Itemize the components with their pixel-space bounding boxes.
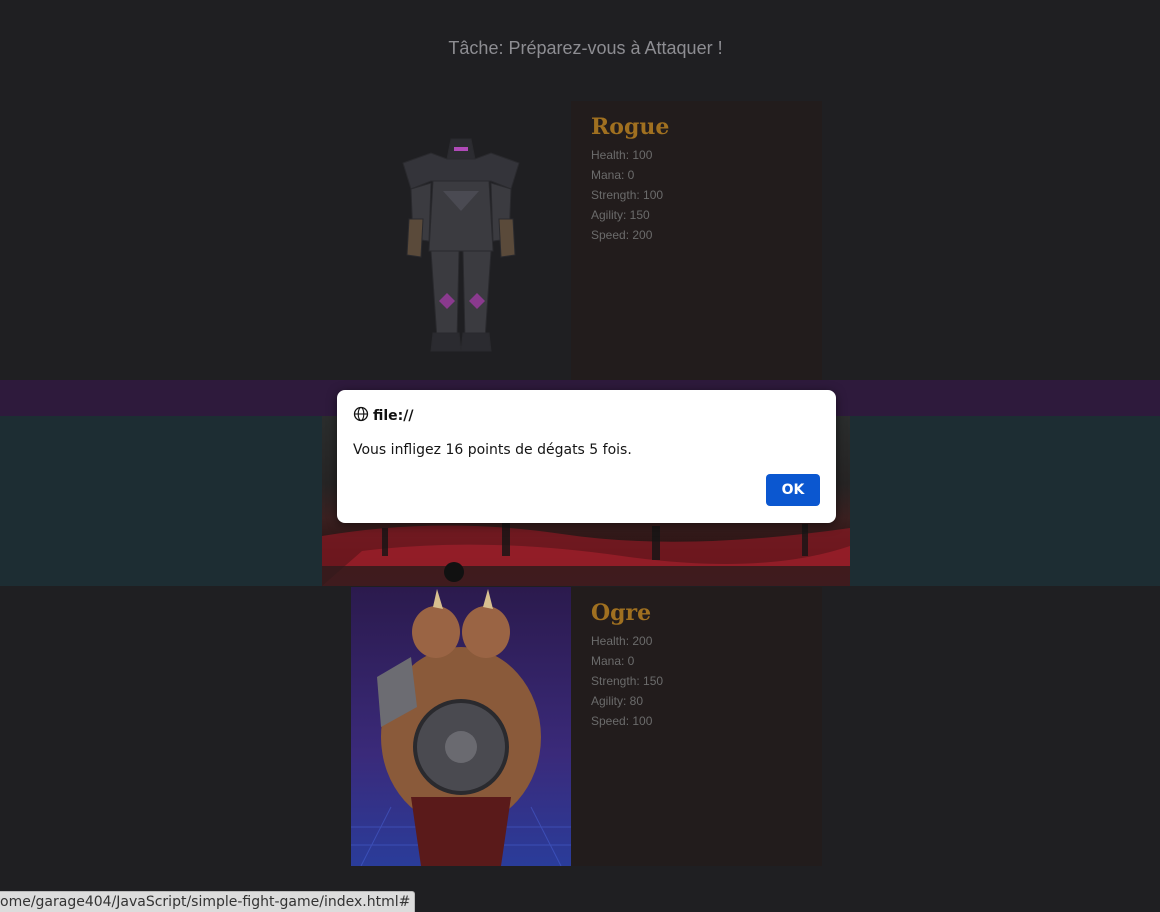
rogue-mana: Mana: 0 — [591, 168, 635, 182]
rogue-portrait — [351, 101, 571, 380]
dialog-header: file:// — [353, 406, 414, 426]
globe-icon — [353, 406, 369, 426]
rogue-agility: Agility: 150 — [591, 208, 650, 222]
dialog-origin: file:// — [373, 408, 414, 424]
ogre-portrait — [351, 587, 571, 866]
ogre-name: Ogre — [591, 600, 652, 626]
ogre-strength: Strength: 150 — [591, 674, 664, 688]
ogre-figure-image — [351, 587, 571, 866]
rogue-speed: Speed: 200 — [591, 228, 653, 242]
ogre-speed: Speed: 100 — [591, 714, 653, 728]
ogre-agility: Agility: 80 — [591, 694, 644, 708]
alert-dialog: file:// Vous infligez 16 points de dégat… — [337, 390, 836, 523]
rogue-strength: Strength: 100 — [591, 188, 664, 202]
rogue-stats-panel: Rogue Health: 100 Mana: 0 Strength: 100 … — [571, 101, 822, 380]
ogre-mana: Mana: 0 — [591, 654, 635, 668]
rogue-name: Rogue — [591, 114, 670, 140]
rogue-health: Health: 100 — [591, 148, 653, 162]
dialog-message: Vous infligez 16 points de dégats 5 fois… — [353, 442, 632, 458]
rogue-figure-image — [402, 138, 520, 352]
link-status-bar: ome/garage404/JavaScript/simple-fight-ga… — [0, 891, 416, 912]
task-title: Tâche: Préparez-vous à Attaquer ! — [448, 38, 723, 58]
ok-button[interactable]: OK — [766, 474, 820, 506]
ogre-stats-panel: Ogre Health: 200 Mana: 0 Strength: 150 A… — [571, 587, 822, 866]
ogre-health: Health: 200 — [591, 634, 653, 648]
